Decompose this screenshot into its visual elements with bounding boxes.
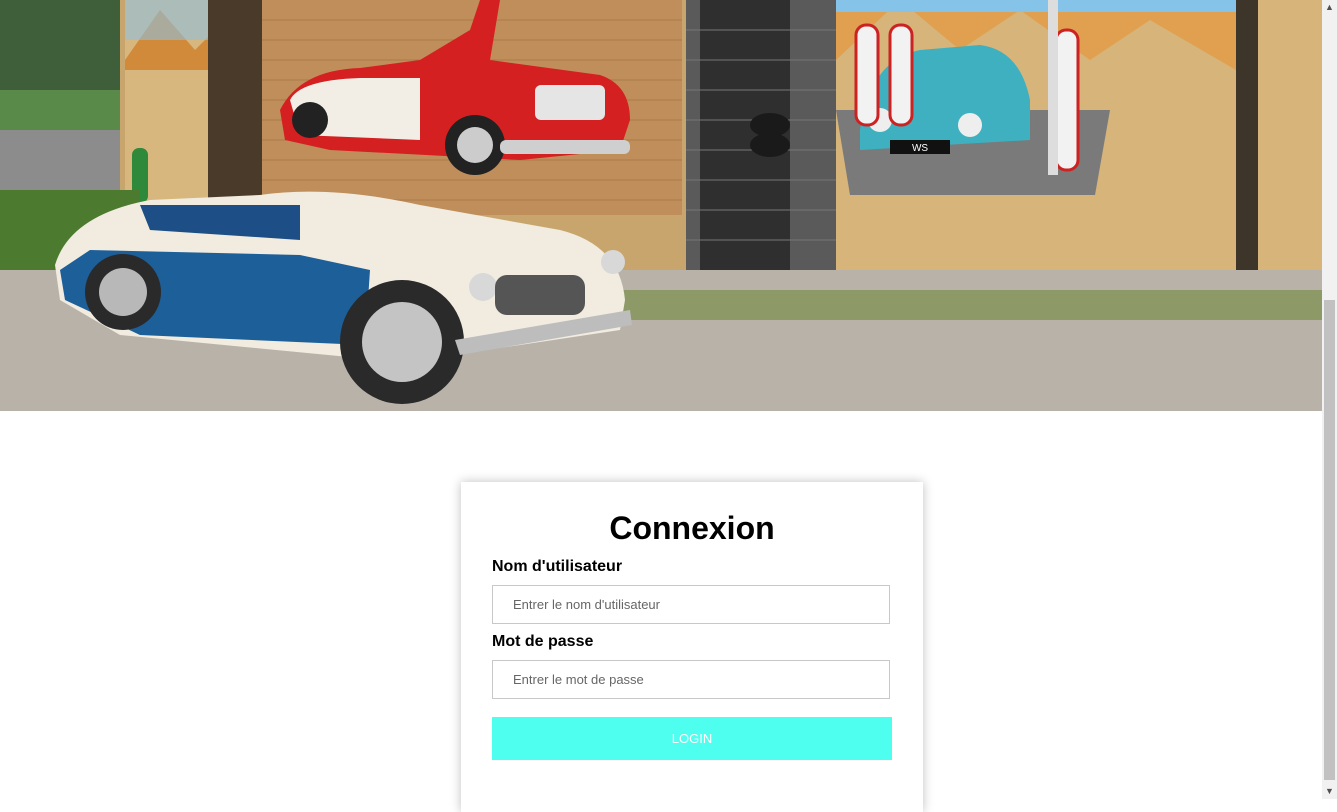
username-input[interactable] <box>492 585 890 624</box>
scrollbar-thumb[interactable] <box>1324 300 1335 780</box>
login-button[interactable]: LOGIN <box>492 717 892 760</box>
hero-banner-image: WS <box>0 0 1322 411</box>
login-title: Connexion <box>609 510 775 546</box>
hero-illustration: WS <box>0 0 1322 411</box>
scroll-up-arrow-icon[interactable]: ▲ <box>1322 0 1337 15</box>
mural-plate-text: WS <box>912 143 928 154</box>
login-card: Connexion Nom d'utilisateur Mot de passe… <box>461 482 923 812</box>
scroll-down-arrow-icon[interactable]: ▼ <box>1322 784 1337 799</box>
password-input[interactable] <box>492 660 890 699</box>
page-scrollbar[interactable]: ▲ ▼ <box>1322 0 1337 799</box>
username-label: Nom d'utilisateur <box>492 558 623 575</box>
password-label: Mot de passe <box>492 633 594 650</box>
